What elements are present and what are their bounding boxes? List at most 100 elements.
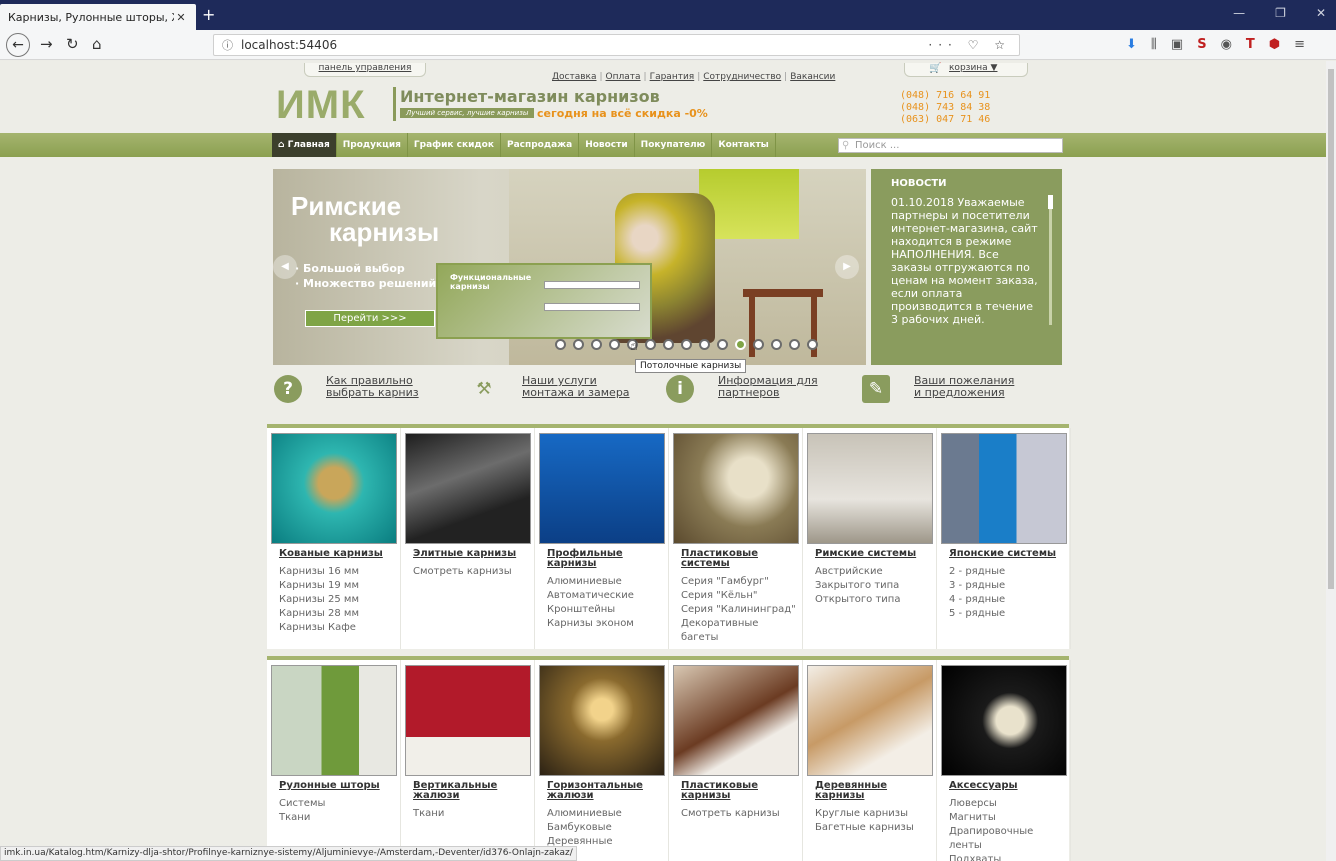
new-tab-icon[interactable]: + (202, 5, 215, 24)
catalog-sublink[interactable]: Ткани (279, 811, 396, 825)
forward-icon[interactable]: → (40, 35, 53, 53)
catalog-sublink[interactable]: Ткани (413, 807, 530, 821)
extension-s-icon[interactable]: S (1197, 37, 1206, 52)
catalog-sublink[interactable]: Серия "Калининград" (681, 603, 798, 617)
catalog-item-title[interactable]: Аксессуары (949, 781, 1066, 791)
download-icon[interactable]: ⬇ (1126, 37, 1137, 52)
catalog-sublink[interactable]: Австрийские (815, 565, 932, 579)
slider-dot[interactable] (771, 339, 782, 350)
catalog-item-photo[interactable] (539, 433, 665, 544)
reload-icon[interactable]: ↻ (66, 35, 79, 53)
catalog-item-photo[interactable] (271, 433, 397, 544)
help-link-services[interactable]: Наши услуги монтажа и замера (522, 375, 632, 399)
catalog-sublink[interactable]: Карнизы 19 мм (279, 579, 396, 593)
catalog-item-title[interactable]: Рулонные шторы (279, 781, 396, 791)
catalog-sublink[interactable]: Багетные карнизы (815, 821, 932, 835)
slider-dot[interactable] (789, 339, 800, 350)
sidebar-icon[interactable]: ▣ (1171, 37, 1183, 52)
slider-dot[interactable] (807, 339, 818, 350)
catalog-item-title[interactable]: Римские системы (815, 549, 932, 559)
slider-dot[interactable] (573, 339, 584, 350)
slide-preview[interactable]: Функциональные карнизы (436, 263, 652, 339)
menu-item-home[interactable]: ⌂ Главная (272, 133, 337, 157)
slider-dot[interactable] (753, 339, 764, 350)
slider-dot[interactable] (681, 339, 692, 350)
catalog-sublink[interactable]: Алюминиевые (547, 575, 664, 589)
catalog-item-photo[interactable] (271, 665, 397, 776)
slider-dot[interactable] (663, 339, 674, 350)
catalog-sublink[interactable]: Карнизы Кафе (279, 621, 396, 635)
catalog-item-photo[interactable] (539, 665, 665, 776)
search-input[interactable]: ⚲ Поиск ... (838, 138, 1063, 153)
catalog-item-title[interactable]: Профильные карнизы (547, 549, 664, 569)
catalog-item-photo[interactable] (673, 433, 799, 544)
catalog-sublink[interactable]: Кронштейны (547, 603, 664, 617)
catalog-item-title[interactable]: Деревянные карнизы (815, 781, 932, 801)
scrollbar-thumb[interactable] (1328, 69, 1334, 589)
catalog-item-title[interactable]: Пластиковые карнизы (681, 781, 798, 801)
catalog-sublink[interactable]: Люверсы (949, 797, 1066, 811)
catalog-sublink[interactable]: Бамбуковые (547, 821, 664, 835)
catalog-item-title[interactable]: Пластиковые системы (681, 549, 798, 569)
catalog-item-title[interactable]: Горизонтальные жалюзи (547, 781, 664, 801)
catalog-item-photo[interactable] (941, 665, 1067, 776)
catalog-sublink[interactable]: 2 - рядные (949, 565, 1066, 579)
promo-slider[interactable]: Римские карнизы · Большой выбор · Множес… (273, 169, 866, 365)
catalog-sublink[interactable]: Смотреть карнизы (681, 807, 798, 821)
warranty-link[interactable]: Гарантия (650, 72, 695, 82)
slider-dot[interactable] (717, 339, 728, 350)
catalog-sublink[interactable]: Системы (279, 797, 396, 811)
catalog-item-photo[interactable] (673, 665, 799, 776)
page-actions-icon[interactable]: ··· ♡ ☆ (928, 38, 1011, 52)
catalog-sublink[interactable]: Карнизы 25 мм (279, 593, 396, 607)
catalog-sublink[interactable]: 4 - рядные (949, 593, 1066, 607)
menu-icon[interactable]: ≡ (1294, 37, 1305, 52)
catalog-item-photo[interactable] (807, 433, 933, 544)
address-bar[interactable]: ⓘ localhost:54406 ··· ♡ ☆ (213, 34, 1020, 56)
back-icon[interactable]: ← (6, 33, 30, 57)
catalog-sublink[interactable]: Круглые карнизы (815, 807, 932, 821)
help-item-partners[interactable]: i Информация для партнеров (666, 375, 828, 403)
page-scrollbar[interactable] (1326, 61, 1336, 861)
catalog-sublink[interactable]: Карнизы 16 мм (279, 565, 396, 579)
catalog-item-title[interactable]: Кованые карнизы (279, 549, 396, 559)
slider-dot[interactable] (735, 339, 746, 350)
catalog-sublink[interactable]: 5 - рядные (949, 607, 1066, 621)
catalog-sublink[interactable]: 3 - рядные (949, 579, 1066, 593)
payment-link[interactable]: Оплата (606, 72, 641, 82)
slide-go-button[interactable]: Перейти >>> (305, 310, 435, 327)
menu-item-discount-schedule[interactable]: График скидок (408, 133, 501, 157)
help-link-partners[interactable]: Информация для партнеров (718, 375, 828, 399)
catalog-item-title[interactable]: Японские системы (949, 549, 1066, 559)
catalog-item-photo[interactable] (807, 665, 933, 776)
catalog-sublink[interactable]: Смотреть карнизы (413, 565, 530, 579)
cart-icon[interactable]: 🛒 (929, 63, 941, 74)
catalog-sublink[interactable]: Автоматические (547, 589, 664, 603)
vacancies-link[interactable]: Вакансии (790, 72, 835, 82)
catalog-sublink[interactable]: Серия "Гамбург" (681, 575, 798, 589)
cart-tab[interactable]: 🛒 корзина ▼ (904, 63, 1028, 77)
minimize-icon[interactable]: — (1233, 6, 1245, 20)
close-tab-icon[interactable]: ✕ (174, 11, 188, 24)
slider-next-icon[interactable]: ▶ (835, 255, 859, 279)
slider-dot[interactable] (591, 339, 602, 350)
site-logo[interactable]: ИМК (276, 83, 365, 128)
delivery-link[interactable]: Доставка (552, 72, 597, 82)
extension-t-icon[interactable]: T (1246, 37, 1255, 52)
help-item-services[interactable]: ⚒ Наши услуги монтажа и замера (470, 375, 632, 403)
help-item-choose[interactable]: ? Как правильно выбрать карниз (274, 375, 436, 403)
catalog-sublink[interactable]: Закрытого типа (815, 579, 932, 593)
info-icon[interactable]: ⓘ (222, 37, 233, 53)
catalog-sublink[interactable]: Карнизы 28 мм (279, 607, 396, 621)
help-item-feedback[interactable]: ✎ Ваши пожелания и предложения (862, 375, 1024, 403)
catalog-sublink[interactable]: Открытого типа (815, 593, 932, 607)
catalog-item-title[interactable]: Вертикальные жалюзи (413, 781, 530, 801)
slider-dot[interactable] (555, 339, 566, 350)
catalog-item-photo[interactable] (405, 665, 531, 776)
close-window-icon[interactable]: ✕ (1316, 6, 1326, 20)
slider-dot[interactable] (609, 339, 620, 350)
menu-item-products[interactable]: Продукция (337, 133, 408, 157)
extension-ghost-icon[interactable]: ◉ (1221, 37, 1232, 52)
catalog-sublink[interactable]: Магниты (949, 811, 1066, 825)
help-link-feedback[interactable]: Ваши пожелания и предложения (914, 375, 1024, 399)
